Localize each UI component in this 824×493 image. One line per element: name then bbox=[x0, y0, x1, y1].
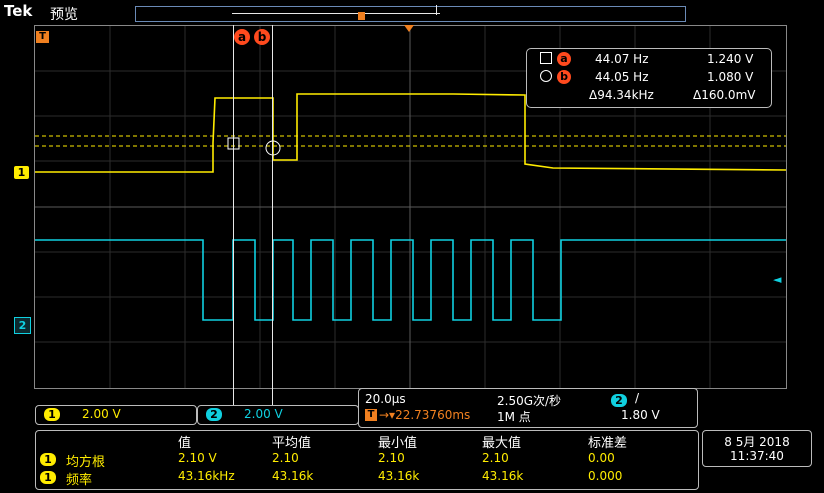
stats-row2-chip: 1 bbox=[40, 471, 56, 484]
trigger-source-chip: 2 bbox=[611, 394, 627, 407]
record-pointer bbox=[436, 5, 437, 15]
stats-header-stddev: 标准差 bbox=[588, 436, 628, 451]
cursor-b-badge: b bbox=[557, 70, 571, 84]
stats-row1-name[interactable]: 均方根 bbox=[66, 451, 105, 470]
record-view-window bbox=[232, 13, 440, 14]
time-scale: 20.0μs bbox=[365, 392, 406, 406]
stats-row1-chip: 1 bbox=[40, 453, 56, 466]
cursor-a-volt: 1.240 V bbox=[707, 52, 754, 66]
stats-header-max: 最大值 bbox=[482, 436, 522, 451]
stats-row2-stddev: 0.000 bbox=[588, 469, 623, 483]
cursor-a-row: a 44.07 Hz 1.240 V bbox=[527, 52, 771, 70]
stats-row1-min: 2.10 bbox=[378, 451, 405, 465]
brand-logo: Tek bbox=[4, 2, 33, 20]
stats-row2-mean: 43.16k bbox=[272, 469, 314, 483]
ch1-scale: 2.00 V bbox=[82, 407, 121, 421]
time-text: 11:37:40 bbox=[730, 449, 784, 463]
stats-row1-value: 2.10 V bbox=[178, 451, 217, 465]
stats-row1-stddev: 0.00 bbox=[588, 451, 615, 465]
trigger-slope-icon: / bbox=[635, 391, 640, 405]
cursor-a-freq: 44.07 Hz bbox=[595, 52, 649, 66]
stats-row2-max: 43.16k bbox=[482, 469, 524, 483]
cursor-b-freq: 44.05 Hz bbox=[595, 70, 649, 84]
cursor-b-label[interactable]: b bbox=[254, 29, 270, 45]
ch2-scale-readout[interactable]: 2 2.00 V bbox=[197, 405, 359, 425]
ch2-scale: 2.00 V bbox=[244, 407, 283, 421]
circle-icon bbox=[540, 70, 552, 82]
stats-header-value: 值 bbox=[178, 436, 192, 451]
ch2-ground-marker[interactable]: 2 bbox=[14, 317, 31, 334]
mode-label: 预览 bbox=[50, 7, 78, 23]
cursor-b-row: b 44.05 Hz 1.080 V bbox=[527, 70, 771, 88]
stats-row2-value: 43.16kHz bbox=[178, 469, 235, 483]
cursor-a-line[interactable] bbox=[233, 25, 234, 425]
stats-header-min: 最小值 bbox=[378, 436, 418, 451]
sample-rate: 2.50G次/秒 bbox=[497, 394, 562, 408]
oscilloscope-screen: Tek 预览 a b T 1 2 ◄ a 44.07 Hz 1.240 V b … bbox=[0, 0, 824, 493]
record-length: 1M 点 bbox=[497, 410, 531, 424]
trigger-offset-icon: T bbox=[365, 409, 377, 421]
measurement-stats-table: 值 平均值 最小值 最大值 标准差 1 均方根 2.10 V 2.10 2.10… bbox=[35, 430, 699, 490]
datetime-display: 8 5月 2018 11:37:40 bbox=[702, 430, 812, 467]
record-view-bar[interactable] bbox=[135, 6, 686, 22]
cursor-delta-freq: Δ94.34kHz bbox=[589, 88, 654, 102]
stats-row1-mean: 2.10 bbox=[272, 451, 299, 465]
ch2-chip: 2 bbox=[206, 408, 222, 421]
trigger-level-arrow-icon[interactable]: ◄ bbox=[773, 273, 781, 286]
cursor-delta-volt: Δ160.0mV bbox=[693, 88, 756, 102]
cursor-b-line[interactable] bbox=[272, 25, 273, 425]
ch1-ground-marker[interactable]: 1 bbox=[14, 166, 29, 179]
timebase-panel[interactable]: 20.0μs 2.50G次/秒 2 / T →▾22.73760ms 1M 点 … bbox=[358, 388, 698, 428]
stats-row2-min: 43.16k bbox=[378, 469, 420, 483]
trigger-level: 1.80 V bbox=[621, 408, 660, 422]
square-icon bbox=[540, 52, 552, 64]
trigger-position-marker[interactable] bbox=[404, 25, 414, 32]
stats-header-mean: 平均值 bbox=[272, 436, 312, 451]
cursor-b-volt: 1.080 V bbox=[707, 70, 754, 84]
cursor-a-badge: a bbox=[557, 52, 571, 66]
cursor-delta-row: Δ94.34kHz Δ160.0mV bbox=[527, 88, 771, 106]
ch1-chip: 1 bbox=[44, 408, 60, 421]
date-text: 8 5月 2018 bbox=[724, 435, 790, 449]
cursor-a-label[interactable]: a bbox=[234, 29, 250, 45]
stats-row2-name[interactable]: 频率 bbox=[66, 469, 92, 488]
cursor-readout-panel: a 44.07 Hz 1.240 V b 44.05 Hz 1.080 V Δ9… bbox=[526, 48, 772, 108]
record-trigger-marker bbox=[358, 12, 365, 20]
ch1-scale-readout[interactable]: 1 2.00 V bbox=[35, 405, 197, 425]
trigger-marker-icon: T bbox=[36, 31, 49, 43]
trigger-offset: →▾22.73760ms bbox=[379, 408, 471, 422]
stats-row1-max: 2.10 bbox=[482, 451, 509, 465]
